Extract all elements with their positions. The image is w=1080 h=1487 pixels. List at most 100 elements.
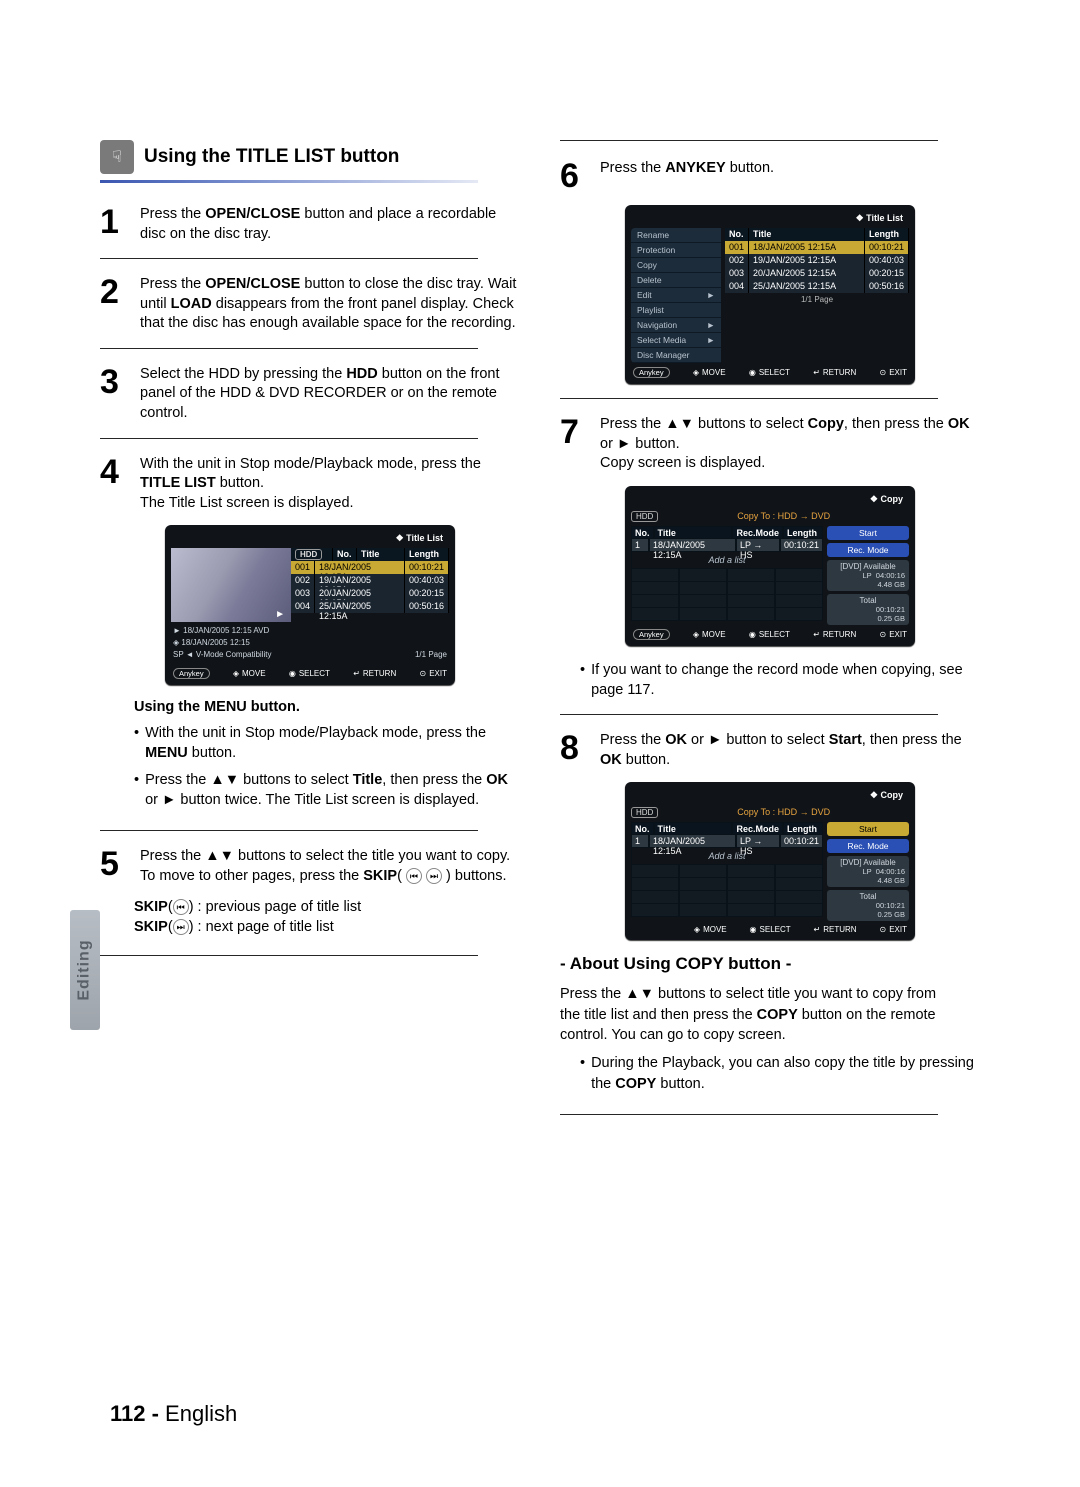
preview-thumbnail <box>171 548 291 622</box>
menu-item-copy: Copy <box>631 258 721 273</box>
select-label: SELECT <box>750 925 791 934</box>
title-row: 00320/JAN/2005 12:15A00:20:15 <box>291 587 449 600</box>
step-body: Press the ▲▼ buttons to select Copy, the… <box>600 415 980 474</box>
menu-item-navigation: Navigation► <box>631 318 721 333</box>
step-number: 1 <box>100 205 130 244</box>
title-row: 00118/JAN/2005 12:15A00:10:21 <box>725 241 909 254</box>
hand-pointer-icon: ☟ <box>100 140 134 174</box>
copy-grid: No.TitleRec.ModeLength 118/JAN/2005 12:1… <box>631 822 823 921</box>
step-number: 8 <box>560 731 590 770</box>
start-button-selected: Start <box>827 822 909 836</box>
exit-label: EXIT <box>880 925 907 934</box>
separator <box>100 348 478 349</box>
step-2: 2 Press the OPEN/CLOSE button to close t… <box>100 275 520 334</box>
step-number: 3 <box>100 365 130 424</box>
step-1: 1 Press the OPEN/CLOSE button and place … <box>100 205 520 244</box>
select-label: SELECT <box>749 630 790 639</box>
step-number: 7 <box>560 415 590 474</box>
copy-osd-1: Copy HDD Copy To : HDD → DVD No.TitleRec… <box>625 486 915 646</box>
copy-grid: No.TitleRec.ModeLength 118/JAN/2005 12:1… <box>631 526 823 625</box>
title-row: 00425/JAN/2005 12:15A00:50:16 <box>291 600 449 613</box>
page-number: 112 - English <box>110 1401 237 1427</box>
section-header: ☟ Using the TITLE LIST button <box>100 140 520 174</box>
step-body: Press the OPEN/CLOSE button and place a … <box>140 205 520 244</box>
osd-footer: Anykey MOVE SELECT RETURN EXIT <box>171 664 449 679</box>
col-no: No. <box>333 548 357 561</box>
move-label: MOVE <box>233 669 266 678</box>
separator <box>560 398 938 399</box>
title-row: 00425/JAN/2005 12:15A00:50:16 <box>725 280 909 293</box>
mode-note: If you want to change the record mode wh… <box>580 660 980 701</box>
total-chip: Total00:10:210.25 GB <box>827 594 909 625</box>
info-line: ► 18/JAN/2005 12:15 AVD <box>173 625 447 637</box>
menu-bullet-2: Press the ▲▼ buttons to select Title, th… <box>134 770 520 811</box>
right-column: 6 Press the ANYKEY button. Title List Re… <box>560 140 980 1131</box>
editing-side-tab: Editing <box>70 910 100 1030</box>
info-line: SP ◄ V-Mode Compatibility <box>173 649 271 661</box>
recmode-button: Rec. Mode <box>827 839 909 853</box>
return-label: RETURN <box>353 669 396 678</box>
osd-footer: Anykey MOVE SELECT RETURN EXIT <box>631 363 909 378</box>
blue-rule <box>100 180 478 183</box>
menu-bullet-1: With the unit in Stop mode/Playback mode… <box>134 723 520 764</box>
menu-item-select-media: Select Media► <box>631 333 721 348</box>
title-row: 00118/JAN/2005 12:15A00:10:21 <box>291 561 449 574</box>
step-body: With the unit in Stop mode/Playback mode… <box>140 455 520 514</box>
col-title: Title <box>357 548 405 561</box>
separator <box>100 258 478 259</box>
page-indicator: 1/1 Page <box>725 293 909 306</box>
anykey-pill: Anykey <box>173 668 210 679</box>
start-button: Start <box>827 526 909 540</box>
osd-header: Copy <box>631 788 909 805</box>
menu-item-disc-manager: Disc Manager <box>631 348 721 363</box>
separator <box>560 1114 938 1115</box>
step-3: 3 Select the HDD by pressing the HDD but… <box>100 365 520 424</box>
page-indicator: 1/1 Page <box>415 649 447 661</box>
title-row: 00219/JAN/2005 12:15A00:40:03 <box>725 254 909 267</box>
menu-subhead: Using the MENU button. <box>134 699 520 715</box>
menu-item-playlist: Playlist <box>631 303 721 318</box>
step-number: 4 <box>100 455 130 514</box>
copy-osd-2: Copy HDD Copy To : HDD → DVD No.TitleRec… <box>625 782 915 940</box>
page: ☟ Using the TITLE LIST button 1 Press th… <box>0 0 1080 1191</box>
hdd-chip: HDD <box>291 548 333 561</box>
osd-header: Title List <box>631 211 909 228</box>
exit-label: EXIT <box>879 368 906 377</box>
avail-chip: [DVD] AvailableLP 04:00:164.48 GB <box>827 560 909 591</box>
copy-to: Copy To : HDD → DVD <box>658 511 909 522</box>
step-body: Select the HDD by pressing the HDD butto… <box>140 365 520 424</box>
anykey-menu-osd: Title List Rename Protection Copy Delete… <box>625 205 915 384</box>
col-length: Length <box>405 548 449 561</box>
return-label: RETURN <box>814 925 857 934</box>
copy-subsection-title: - About Using COPY button - <box>560 954 980 974</box>
select-label: SELECT <box>289 669 330 678</box>
copy-bullet: During the Playback, you can also copy t… <box>580 1053 980 1094</box>
move-label: MOVE <box>693 630 726 639</box>
menu-item-delete: Delete <box>631 273 721 288</box>
left-column: ☟ Using the TITLE LIST button 1 Press th… <box>100 140 520 1131</box>
step-body: Press the OPEN/CLOSE button to close the… <box>140 275 520 334</box>
copy-to: Copy To : HDD → DVD <box>658 807 909 818</box>
step-body: Press the ▲▼ buttons to select the title… <box>140 847 520 886</box>
step-7: 7 Press the ▲▼ buttons to select Copy, t… <box>560 415 980 474</box>
hdd-chip: HDD <box>631 511 658 522</box>
total-chip: Total00:10:210.25 GB <box>827 890 909 921</box>
copy-paragraph: Press the ▲▼ buttons to select title you… <box>560 984 960 1045</box>
copy-row: 118/JAN/2005 12:15ALP → HS00:10:21 <box>631 835 823 848</box>
skip-prev-icon: ⏮ <box>406 868 422 884</box>
osd-footer: Anykey MOVE SELECT RETURN EXIT <box>631 625 909 640</box>
step-number: 5 <box>100 847 130 886</box>
title-row: 00219/JAN/2005 12:15A00:40:03 <box>291 574 449 587</box>
menu-item-rename: Rename <box>631 228 721 243</box>
section-title: Using the TITLE LIST button <box>144 146 399 168</box>
step-body: Press the OK or ► button to select Start… <box>600 731 980 770</box>
separator <box>100 955 478 956</box>
anykey-pill: Anykey <box>633 367 670 378</box>
osd-header: Title List <box>171 531 449 548</box>
skip-next-icon: ⏭ <box>173 919 189 935</box>
step-4: 4 With the unit in Stop mode/Playback mo… <box>100 455 520 514</box>
move-label: MOVE <box>694 925 727 934</box>
hdd-chip: HDD <box>631 807 658 818</box>
avail-chip: [DVD] AvailableLP 04:00:164.48 GB <box>827 856 909 887</box>
info-line: ◈ 18/JAN/2005 12:15 <box>173 637 447 649</box>
